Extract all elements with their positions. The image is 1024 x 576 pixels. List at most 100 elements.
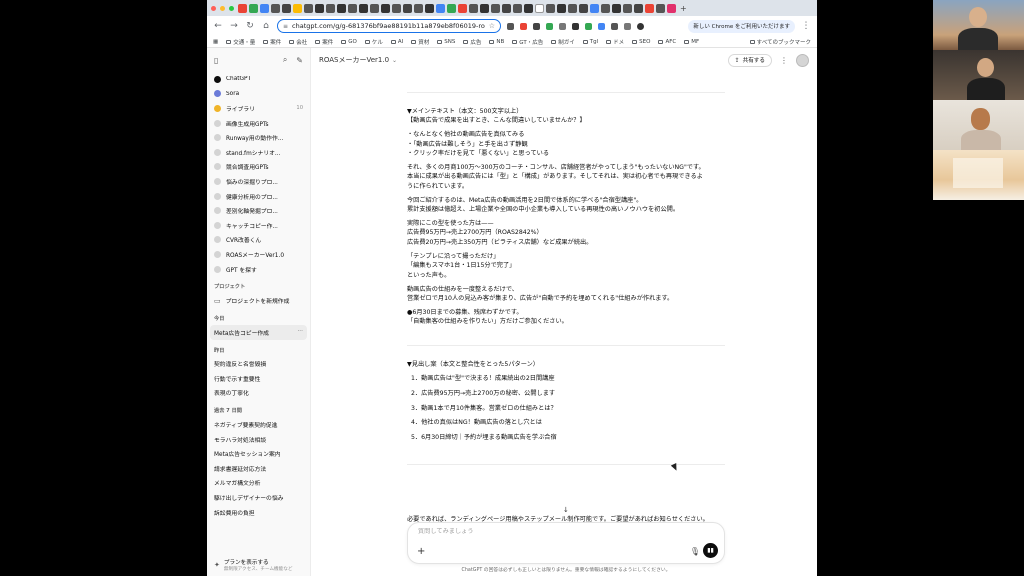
tab[interactable] (656, 3, 665, 13)
new-chat-icon[interactable]: ✎ (296, 56, 303, 65)
bookmark-folder[interactable]: Tgl (582, 39, 598, 45)
history-item[interactable]: 表現の丁寧化 (207, 386, 310, 401)
tab[interactable] (623, 3, 632, 13)
tab[interactable] (425, 3, 434, 13)
profile-icon[interactable] (637, 22, 644, 30)
extension-icon[interactable] (611, 22, 618, 30)
attach-icon[interactable]: + (417, 547, 425, 557)
bookmark-folder[interactable]: 制ガイ (551, 38, 575, 46)
voice-mode-icon[interactable]: ▮▮ (703, 543, 718, 558)
extension-icon[interactable] (507, 22, 514, 30)
home-icon[interactable]: ⌂ (261, 21, 271, 31)
history-item[interactable]: 契約違反と名誉毀損 (207, 357, 310, 372)
tab-active[interactable] (535, 3, 544, 13)
menu-icon[interactable]: ⋮ (801, 21, 811, 31)
tab[interactable] (458, 3, 467, 13)
extension-icon[interactable] (546, 22, 553, 30)
bookmark-folder[interactable]: 案件 (315, 38, 333, 46)
bookmark-folder[interactable]: ドメ (606, 38, 624, 46)
extension-icon[interactable] (572, 22, 579, 30)
tab[interactable] (480, 3, 489, 13)
tab[interactable] (403, 3, 412, 13)
tab[interactable] (491, 3, 500, 13)
scroll-down-icon[interactable]: ↓ (563, 506, 569, 514)
sidebar-item[interactable]: 競合調査用GPTs (207, 160, 310, 175)
extension-icon[interactable] (533, 22, 540, 30)
history-item[interactable]: 駆け出しデザイナーの悩み (207, 490, 310, 505)
history-item-active[interactable]: Meta広告コピー作成 ··· (210, 324, 307, 340)
new-project-button[interactable]: ▭ プロジェクトを新規作成 (207, 293, 310, 308)
sidebar-item[interactable]: Runway用の動作作... (207, 130, 310, 145)
all-bookmarks[interactable]: すべてのブックマーク (749, 38, 811, 46)
history-item[interactable]: 訴訟費用の負担 (207, 505, 310, 520)
sidebar-item[interactable]: ChatGPT (207, 72, 310, 87)
bookmark-folder[interactable]: 案件 (263, 38, 281, 46)
extension-icon[interactable] (520, 22, 527, 30)
forward-icon[interactable]: → (229, 21, 239, 31)
tab[interactable] (238, 3, 247, 13)
history-item[interactable]: ネガティブ要素契約促進 (207, 417, 310, 432)
history-item[interactable]: Meta広告セッション案内 (207, 446, 310, 461)
bookmark-folder[interactable]: GO (341, 39, 357, 45)
sidebar-item[interactable]: キャッチコピー作... (207, 218, 310, 233)
minimize-window-icon[interactable] (220, 5, 225, 11)
tab[interactable] (645, 3, 654, 13)
tab[interactable] (513, 3, 522, 13)
bookmark-star-icon[interactable]: ☆ (489, 22, 495, 30)
bookmark-folder[interactable]: GT・広告 (512, 38, 543, 46)
tab[interactable] (249, 3, 258, 13)
sidebar-item[interactable]: Sora (207, 87, 310, 102)
bookmark-folder[interactable]: SEO (632, 39, 650, 45)
bookmark-folder[interactable]: 交通・量 (226, 38, 255, 46)
sidebar-item[interactable]: stand.fmシナリオ... (207, 145, 310, 160)
bookmark-folder[interactable]: AFC (658, 39, 676, 45)
tab[interactable] (436, 3, 445, 13)
sidebar-item[interactable]: GPT を探す (207, 262, 310, 277)
back-icon[interactable]: ← (213, 21, 223, 31)
sidebar-item[interactable]: ROASメーカーVer1.0 (207, 247, 310, 262)
search-icon[interactable]: ⌕ (283, 55, 287, 65)
history-item[interactable]: 請求書遅延対応方法 (207, 461, 310, 476)
new-tab-icon[interactable]: + (680, 4, 687, 13)
tab[interactable] (590, 3, 599, 13)
tab[interactable] (326, 3, 335, 13)
bookmark-folder[interactable]: 会社 (289, 38, 307, 46)
bookmark-folder[interactable]: SNS (437, 39, 455, 45)
tab[interactable] (359, 3, 368, 13)
sidebar-item[interactable]: CVR改善くん (207, 233, 310, 248)
tab[interactable] (634, 3, 643, 13)
plan-button[interactable]: ✦ プランを表示する 無制限アクセス、チーム機能など (207, 554, 311, 576)
tab[interactable] (348, 3, 357, 13)
tab[interactable] (315, 3, 324, 13)
sidebar-item[interactable]: 悩みの深掘りプロ... (207, 174, 310, 189)
tab[interactable] (447, 3, 456, 13)
extension-icon[interactable] (624, 22, 631, 30)
tab[interactable] (392, 3, 401, 13)
extension-icon[interactable] (598, 22, 605, 30)
close-window-icon[interactable] (211, 5, 216, 11)
maximize-window-icon[interactable] (229, 5, 234, 11)
history-item[interactable]: メルマガ構文分析 (207, 476, 310, 491)
tab[interactable] (260, 3, 269, 13)
avatar[interactable] (796, 53, 809, 67)
prompt-input[interactable] (418, 528, 698, 535)
history-item[interactable]: モラハラ対処法相談 (207, 432, 310, 447)
tab[interactable] (469, 3, 478, 13)
bookmark-folder[interactable]: MF (684, 39, 699, 45)
bookmark-folder[interactable]: 資材 (411, 38, 429, 46)
address-bar[interactable]: ≡ chatgpt.com/g/g-681376bf9ae88191b11a87… (277, 19, 501, 33)
tab[interactable] (414, 3, 423, 13)
sidebar-toggle-icon[interactable]: ▯ (214, 56, 218, 65)
more-options-icon[interactable]: ⋮ (780, 56, 788, 65)
bookmark-folder[interactable]: 広告 (463, 38, 481, 46)
tab[interactable] (667, 3, 676, 13)
reload-icon[interactable]: ↻ (245, 21, 255, 31)
tab[interactable] (337, 3, 346, 13)
extension-icon[interactable] (585, 22, 592, 30)
bookmark-folder[interactable]: NB (489, 39, 504, 45)
microphone-icon[interactable]: 🎙 (690, 547, 700, 556)
tab[interactable] (612, 3, 621, 13)
tab[interactable] (524, 3, 533, 13)
extension-icon[interactable] (559, 22, 566, 30)
tab[interactable] (579, 3, 588, 13)
